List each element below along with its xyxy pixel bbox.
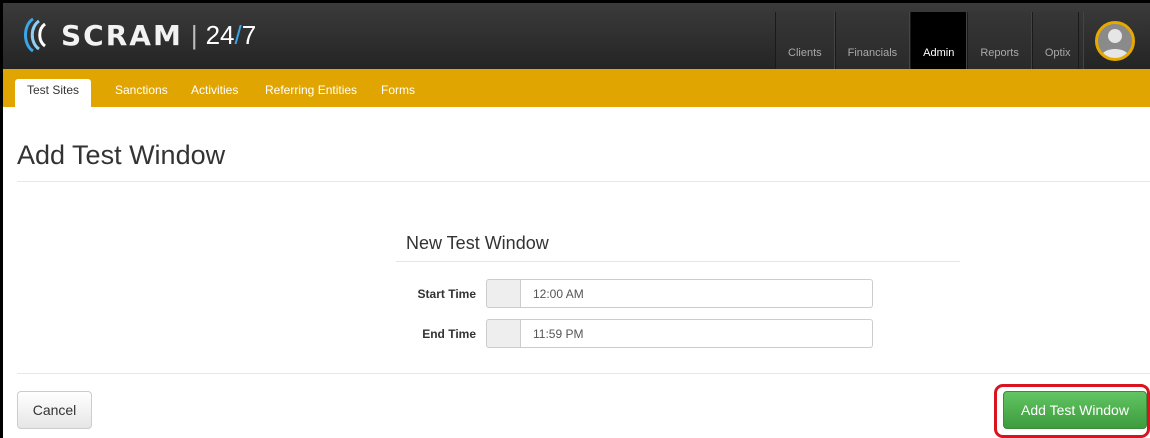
brand-suffix: 24/7: [205, 19, 257, 50]
start-time-input[interactable]: [520, 279, 873, 308]
start-time-label: Start Time: [417, 287, 476, 301]
end-time-input[interactable]: [520, 319, 873, 348]
end-time-group: [486, 319, 873, 348]
form-title: New Test Window: [406, 233, 549, 253]
subtab-referring-entities[interactable]: Referring Entities: [253, 81, 369, 107]
end-time-label: End Time: [422, 327, 476, 341]
end-time-addon[interactable]: [486, 319, 520, 348]
cancel-button[interactable]: Cancel: [17, 391, 92, 429]
actions-divider: [17, 373, 1150, 374]
nav-item-clients[interactable]: Clients: [775, 12, 835, 69]
title-divider: [17, 181, 1150, 182]
avatar[interactable]: [1094, 20, 1135, 61]
nav-item-reports[interactable]: Reports: [967, 12, 1032, 69]
page-title: Add Test Window: [17, 140, 226, 170]
user-icon: [1100, 28, 1129, 58]
start-time-group: [486, 279, 873, 308]
add-test-window-button[interactable]: Add Test Window: [1003, 391, 1147, 429]
subtab-sanctions[interactable]: Sanctions: [103, 81, 180, 107]
form-title-divider: [396, 261, 960, 262]
nav-item-financials[interactable]: Financials: [834, 12, 911, 69]
admin-subnav: Test Sites Sanctions Activities Referrin…: [3, 69, 1150, 107]
scram-logo-icon: [24, 17, 47, 53]
top-navbar: SCRAM | 24/7 Clients Financials Admin Re…: [3, 3, 1150, 69]
subtab-activities[interactable]: Activities: [179, 81, 250, 107]
nav-item-admin[interactable]: Admin: [910, 12, 968, 69]
brand-name: SCRAM: [61, 18, 183, 52]
brand-separator: |: [190, 19, 198, 50]
nav-item-optix[interactable]: Optix: [1031, 12, 1084, 69]
subtab-test-sites[interactable]: Test Sites: [15, 79, 92, 107]
subtab-forms[interactable]: Forms: [369, 81, 427, 107]
app-logo[interactable]: SCRAM | 24/7: [15, 15, 256, 55]
main-nav: Clients Financials Admin Reports Optix: [775, 12, 1084, 69]
start-time-addon[interactable]: [486, 279, 520, 308]
user-menu[interactable]: [1078, 12, 1150, 69]
